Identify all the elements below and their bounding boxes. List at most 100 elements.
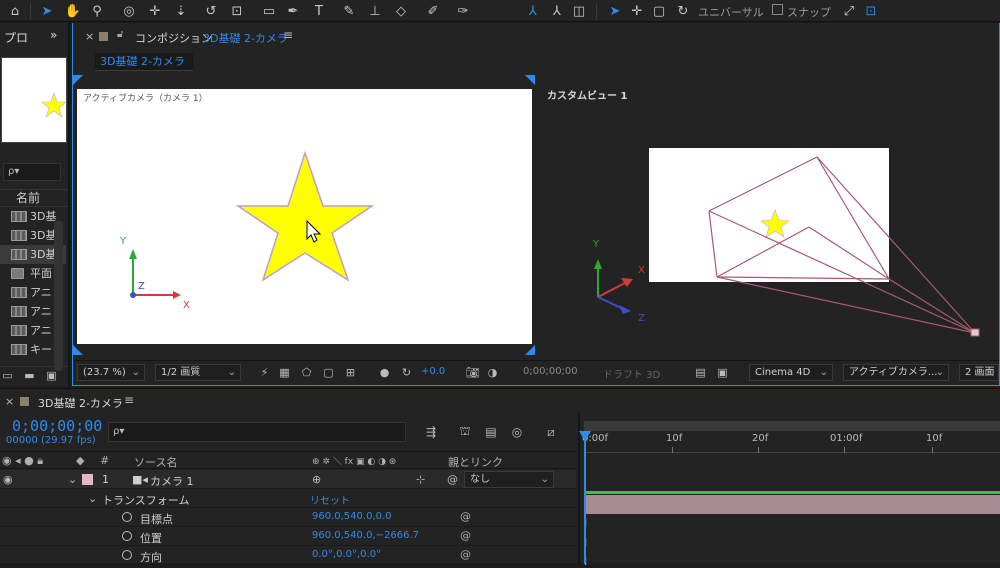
exposure-value[interactable]: +0.0 — [421, 366, 445, 377]
zoom-tool-icon[interactable]: ⚲ — [88, 2, 106, 20]
composition-tab-name[interactable]: 3D基礎 2-カメラ — [203, 30, 288, 46]
current-time-display[interactable]: 0;00;00;00 — [523, 366, 578, 377]
pick-whip-icon[interactable]: @ — [460, 510, 471, 523]
camera-layer-bar[interactable] — [584, 495, 1000, 514]
table-row[interactable]: 目標点 960.0,540.0,0.0 @ — [0, 508, 576, 527]
snapshot-icon[interactable]: 📷︎ — [465, 365, 480, 380]
table-row[interactable]: ◉ ⌄ 1 ■◂ カメラ 1 ⊕ ⊹ @ なし ⌄ — [0, 470, 576, 489]
reset-transform-link[interactable]: リセット — [310, 492, 350, 507]
home-icon[interactable]: ⌂ — [6, 2, 24, 20]
current-time-indicator[interactable] — [584, 431, 586, 564]
grid-guides-icon[interactable]: ⊞ — [343, 365, 358, 380]
universal-label[interactable]: ユニバーサル — [698, 4, 764, 20]
project-tab[interactable]: プロ — [4, 29, 28, 46]
parent-link-column[interactable]: 親とリンク — [448, 454, 503, 470]
transform-group-label[interactable]: トランスフォーム — [102, 492, 189, 508]
snap-label[interactable]: スナップ — [787, 4, 831, 20]
stopwatch-icon[interactable] — [122, 531, 132, 541]
show-snapshot-icon[interactable]: ◑ — [485, 365, 500, 380]
draft-3d-toggle[interactable]: ドラフト 3D — [603, 366, 660, 381]
table-row[interactable]: 方向 0.0°,0.0°,0.0° @ — [0, 546, 576, 565]
transform-select-icon[interactable]: ➤ — [606, 2, 624, 20]
eye-icon[interactable]: ◉ — [3, 473, 13, 486]
panel-overflow-icon[interactable]: » — [50, 28, 57, 42]
dolly-camera-icon[interactable]: ⇣ — [172, 2, 190, 20]
view-layout-dropdown[interactable]: 2 画面 — [959, 364, 999, 381]
property-value[interactable]: 0.0°,0.0°,0.0° — [312, 549, 381, 560]
brush-tool-icon[interactable]: ✎ — [340, 2, 358, 20]
snap-checkbox[interactable] — [772, 4, 783, 15]
layer-number-column[interactable]: # — [100, 454, 109, 467]
extended-viewer-icon[interactable]: ▣ — [715, 365, 730, 380]
close-icon[interactable]: × — [5, 395, 14, 408]
pick-whip-icon[interactable]: @ — [447, 473, 458, 486]
resolution-dropdown[interactable]: 1/2 画質 ⌄ — [155, 364, 241, 381]
puppet-pin-icon[interactable]: ✑ — [454, 2, 472, 20]
axis-view-icon[interactable]: ◫ — [570, 2, 588, 20]
transform-move-icon[interactable]: ✛ — [628, 2, 646, 20]
interpret-footage-icon[interactable]: ▭ — [0, 368, 15, 383]
hand-tool-icon[interactable]: ✋ — [64, 2, 82, 20]
property-value[interactable]: 960.0,540.0,0.0 — [312, 511, 392, 522]
camera-view-dropdown[interactable]: アクティブカメラ... ⌄ — [843, 364, 949, 381]
clone-stamp-icon[interactable]: ⊥ — [366, 2, 384, 20]
playhead-icon[interactable] — [579, 431, 591, 441]
time-ruler[interactable]: 0:00f 10f 20f 01:00f 10f — [582, 433, 1000, 453]
axis-local-icon[interactable]: ⅄ — [524, 2, 542, 20]
switches-column[interactable]: ⊕ ✲ ＼ fx ▣ ◐ ◑ ⊛ — [312, 454, 396, 467]
active-camera-view[interactable]: アクティブカメラ（カメラ 1） Y X Z — [77, 89, 532, 344]
project-search-input[interactable]: ρ▾ — [3, 163, 61, 181]
anchor-tool-icon[interactable]: ⊡ — [228, 2, 246, 20]
panel-menu-icon[interactable]: ≡ — [124, 393, 134, 407]
snap-settings-icon[interactable]: ⤢ — [840, 2, 858, 20]
timeline-current-time[interactable]: 0;00;00;00 — [12, 417, 102, 435]
region-of-interest-icon[interactable]: ▢ — [321, 365, 336, 380]
zoom-dropdown[interactable]: (23.7 %) ⌄ — [77, 364, 145, 381]
project-name-column[interactable]: 名前 — [0, 189, 68, 207]
lock-icon[interactable]: 🔓︎ — [117, 29, 123, 40]
layer-label-color[interactable] — [82, 474, 93, 485]
layer-name[interactable]: カメラ 1 — [150, 473, 194, 489]
timeline-graph-area[interactable]: 0:00f 10f 20f 01:00f 10f I I I — [578, 413, 1000, 568]
selection-tool-icon[interactable]: ➤ — [38, 2, 56, 20]
channel-icon[interactable]: ● — [377, 365, 392, 380]
pick-whip-icon[interactable]: @ — [460, 548, 471, 561]
shy-layers-icon[interactable]: ⛫ — [456, 424, 474, 440]
source-name-column[interactable]: ソース名 — [134, 454, 177, 470]
table-row[interactable]: 位置 960.0,540.0,−2666.7 @ — [0, 527, 576, 546]
fast-preview-icon[interactable]: ⚡ — [257, 365, 272, 380]
pan-camera-icon[interactable]: ✛ — [146, 2, 164, 20]
orbit-camera-icon[interactable]: ◎ — [120, 2, 138, 20]
parent-dropdown[interactable]: なし ⌄ — [464, 471, 554, 488]
text-tool-icon[interactable]: T — [310, 2, 328, 20]
camera-wireframe-view[interactable] — [537, 133, 999, 359]
mask-visibility-icon[interactable]: ⬠ — [299, 365, 314, 380]
stopwatch-icon[interactable] — [122, 550, 132, 560]
label-color-swatch[interactable] — [20, 397, 29, 406]
frame-blending-icon[interactable]: ▤ — [482, 424, 500, 440]
rotate-tool-icon[interactable]: ↺ — [202, 2, 220, 20]
new-folder-icon[interactable]: ▬ — [22, 368, 37, 383]
motion-blur-icon[interactable]: ◎ — [508, 424, 526, 440]
roto-brush-icon[interactable]: ✐ — [424, 2, 442, 20]
composition-tab-prefix[interactable]: コンポジション — [135, 30, 212, 46]
snap-target-icon[interactable]: ⊡ — [862, 2, 880, 20]
expand-chevron-icon[interactable]: ⌄ — [88, 492, 97, 505]
transparency-grid-icon[interactable]: ▦ — [277, 365, 292, 380]
eraser-tool-icon[interactable]: ◇ — [392, 2, 410, 20]
panel-menu-icon[interactable]: ≡ — [283, 28, 293, 42]
label-color-swatch[interactable] — [99, 32, 108, 41]
pen-tool-icon[interactable]: ✒ — [284, 2, 302, 20]
timeline-tab-name[interactable]: 3D基礎 2-カメラ — [38, 395, 123, 411]
rectangle-tool-icon[interactable]: ▭ — [260, 2, 278, 20]
close-icon[interactable]: × — [85, 30, 94, 43]
work-area-bar[interactable] — [584, 421, 1000, 431]
label-column-icon[interactable]: ◆ — [76, 454, 84, 467]
expand-chevron-icon[interactable]: ⌄ — [68, 473, 77, 486]
timeline-search-input[interactable]: ρ▾ — [108, 422, 406, 442]
reset-exposure-icon[interactable]: ↻ — [399, 365, 414, 380]
3d-ground-plane-icon[interactable]: ▤ — [693, 365, 708, 380]
shy-switch-icon[interactable]: ⊕ — [312, 473, 321, 486]
pick-whip-icon[interactable]: @ — [460, 529, 471, 542]
new-composition-icon[interactable]: ▣ — [44, 368, 59, 383]
